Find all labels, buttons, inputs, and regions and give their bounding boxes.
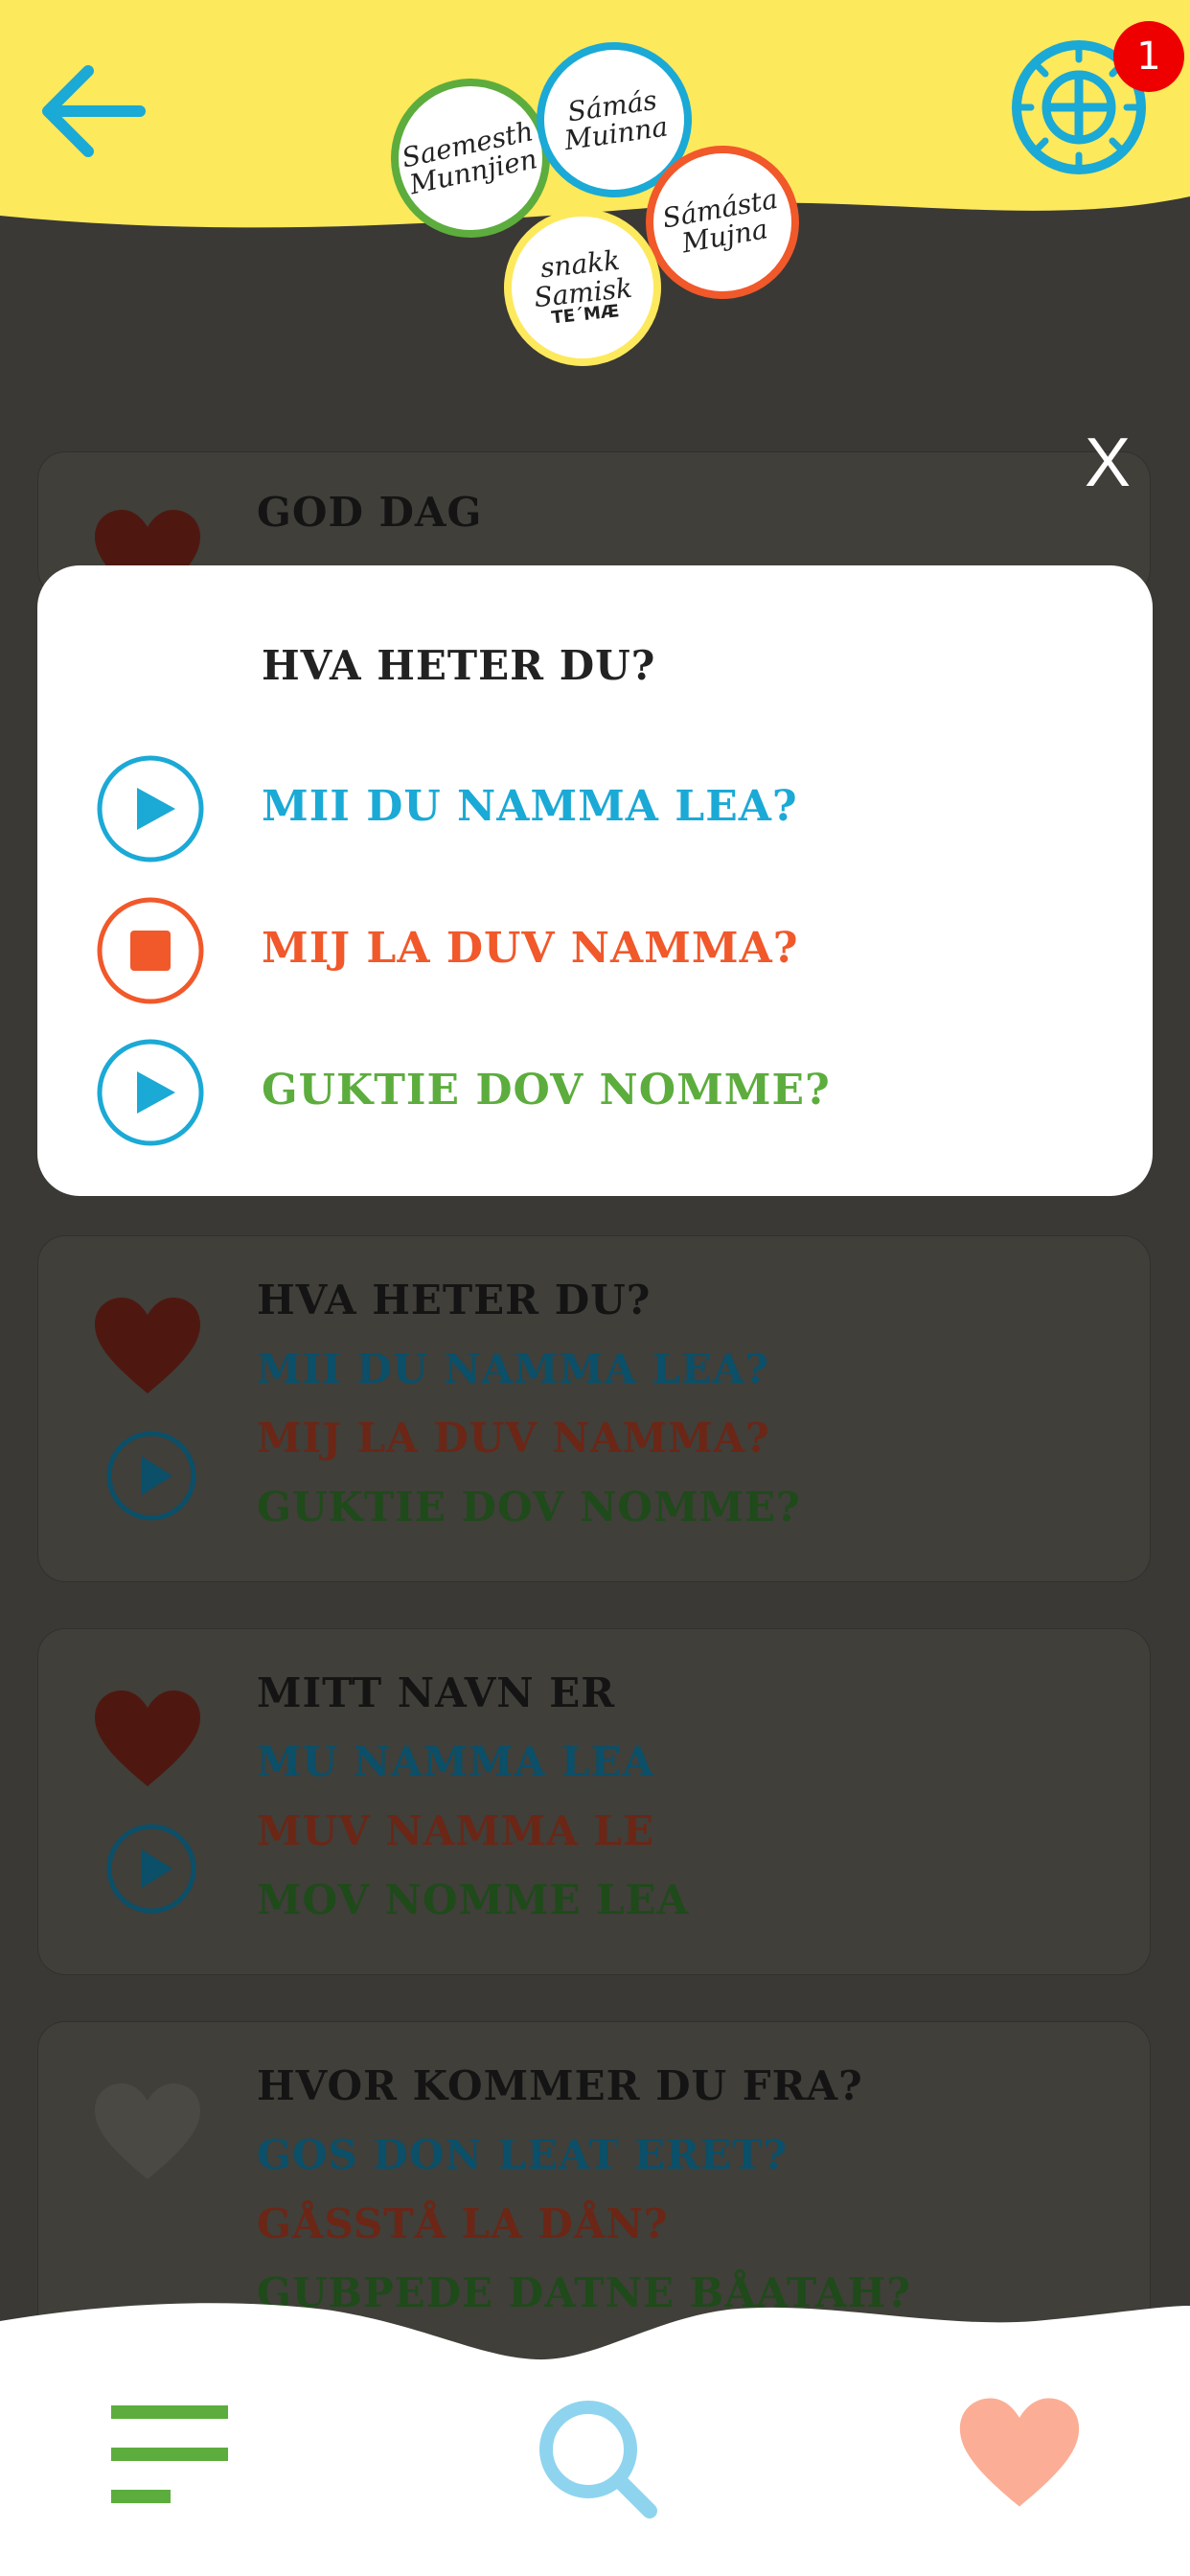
heart-icon[interactable] <box>91 1687 204 1790</box>
phrase-line-1: GOS DON LEAT ERET? <box>257 2131 788 2178</box>
heart-icon[interactable] <box>91 2080 204 2183</box>
phrase-line-2: MIJ LA DUV NAMMA? <box>257 1414 770 1461</box>
phrase-line-3: MOV NOMME LEA <box>257 1876 690 1923</box>
search-button[interactable] <box>533 2394 657 2522</box>
logo-lule-sami: Sámás Muinna <box>535 40 694 199</box>
play-icon[interactable] <box>95 753 206 864</box>
phrase-title: GOD DAG <box>257 489 483 536</box>
popup-row-lule-sami[interactable]: MIJ LA DUV NAMMA? <box>95 895 1130 1010</box>
play-icon[interactable] <box>105 1430 197 1522</box>
phrase-line-1: MII DU NAMMA LEA? <box>257 1346 769 1392</box>
play-icon[interactable] <box>95 1037 206 1148</box>
phrase-line-1: MU NAMMA LEA <box>257 1738 655 1785</box>
heart-icon <box>959 2398 1080 2507</box>
phrase-card-mitt-navn-er[interactable]: MITT NAVN ER MU NAMMA LEA MUV NAMMA LE M… <box>38 1629 1150 1974</box>
phrase-title: MITT NAVN ER <box>257 1669 616 1716</box>
phrase-title: HVOR KOMMER DU FRA? <box>257 2062 863 2109</box>
phrase-line-3: GUKTIE DOV NOMME? <box>257 1484 801 1530</box>
logo-north-sami: Sámásta Mujna <box>642 142 803 303</box>
logo-south-sami: Saemesth Munnjien <box>385 73 556 243</box>
phrase-popup: HVA HETER DU? MII DU NAMMA LEA? MIJ LA D… <box>37 565 1153 1196</box>
search-icon <box>539 2401 657 2518</box>
phrase-line-2: GÅSSTÅ LA DÅN? <box>257 2200 669 2247</box>
header: Saemesth Munnjien Sámás Muinna Sámásta M… <box>0 0 1190 402</box>
menu-button[interactable] <box>107 2402 232 2513</box>
popup-row-text: MII DU NAMMA LEA? <box>262 782 798 831</box>
logo-norwegian: snakk Samisk TE´MÆ <box>504 209 661 366</box>
popup-row-text: GUKTIE DOV NOMME? <box>262 1066 831 1115</box>
phrase-line-2: MUV NAMMA LE <box>257 1807 655 1854</box>
popup-row-south-sami[interactable]: GUKTIE DOV NOMME? <box>95 1037 1130 1152</box>
favorites-button[interactable] <box>952 2394 1087 2515</box>
play-icon[interactable] <box>105 1823 197 1915</box>
close-button[interactable]: X <box>1085 424 1131 502</box>
popup-row-north-sami[interactable]: MII DU NAMMA LEA? <box>95 753 1130 868</box>
bottom-nav <box>0 2281 1190 2576</box>
phrase-title: HVA HETER DU? <box>257 1276 652 1323</box>
popup-title: HVA HETER DU? <box>262 642 656 689</box>
menu-icon <box>111 2405 228 2503</box>
notification-badge: 1 <box>1113 21 1184 92</box>
back-arrow-icon <box>42 65 146 157</box>
app-logo: Saemesth Munnjien Sámás Muinna Sámásta M… <box>385 38 805 366</box>
back-button[interactable] <box>34 56 159 171</box>
heart-icon[interactable] <box>91 1294 204 1397</box>
stop-icon[interactable] <box>95 895 206 1006</box>
phrase-card-hva-heter-du[interactable]: HVA HETER DU? MII DU NAMMA LEA? MIJ LA D… <box>38 1236 1150 1581</box>
popup-row-text: MIJ LA DUV NAMMA? <box>262 924 799 973</box>
